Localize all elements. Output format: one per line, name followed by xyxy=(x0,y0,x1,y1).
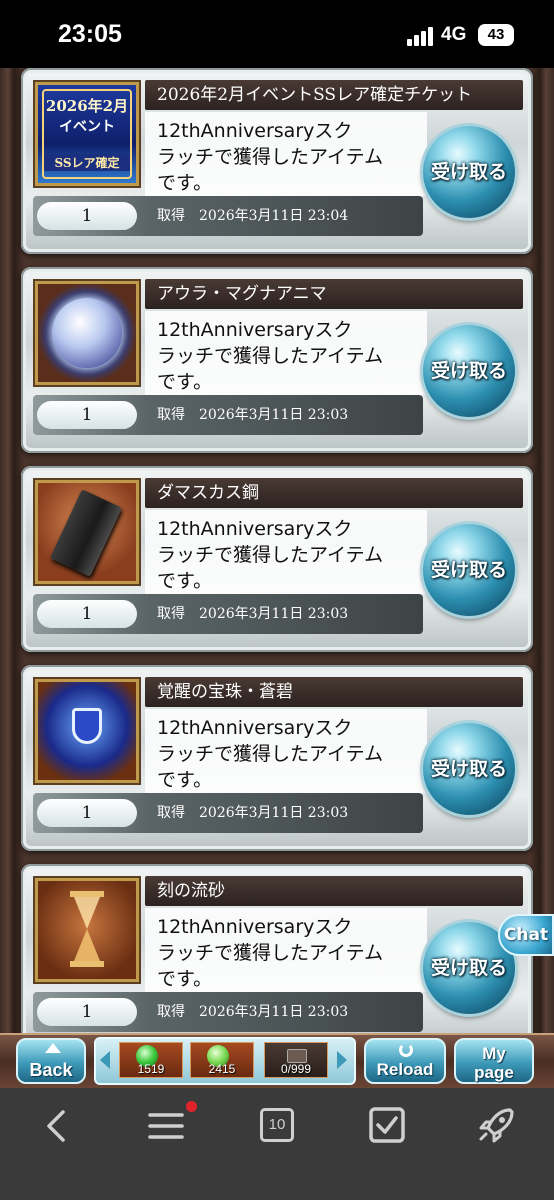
anima-icon xyxy=(52,298,122,368)
acquired-info: 取得 2026年3月11日 23:03 xyxy=(157,606,349,622)
item-quantity: 1 xyxy=(37,202,137,230)
item-description: 12thAnniversaryスク ラッチで獲得したアイテム です。 xyxy=(145,709,427,793)
item-name: 刻の流砂 xyxy=(145,876,523,906)
receive-button[interactable]: 受け取る xyxy=(423,325,515,417)
item-name: 覚醒の宝珠・蒼碧 xyxy=(145,677,523,707)
gift-item-card: 2026年2月 イベント SSレア確定 2026年2月イベントSSレア確定チケッ… xyxy=(21,68,533,254)
gift-item-card: 刻の流砂 12thAnniversaryスク ラッチで獲得したアイテム です。 … xyxy=(21,864,533,1033)
rocket-icon[interactable] xyxy=(472,1104,522,1148)
status-time: 23:05 xyxy=(58,20,122,48)
left-chevron-icon[interactable] xyxy=(100,1051,110,1069)
resource-leaves[interactable]: 2415 xyxy=(190,1042,254,1078)
right-chevron-icon[interactable] xyxy=(337,1051,347,1069)
battery-icon: 43 xyxy=(478,24,514,46)
card-icon xyxy=(287,1049,307,1063)
tabs-icon[interactable]: 10 xyxy=(252,1104,302,1148)
reload-button[interactable]: Reload xyxy=(364,1038,446,1084)
acquired-time: 2026年3月11日 23:03 xyxy=(199,1004,349,1020)
item-description: 12thAnniversaryスク ラッチで獲得したアイテム です。 xyxy=(145,908,427,992)
item-name: アウラ・マグナアニマ xyxy=(145,279,523,309)
acquired-time: 2026年3月11日 23:03 xyxy=(199,805,349,821)
checklist-icon[interactable] xyxy=(362,1104,412,1148)
back-button[interactable]: Back xyxy=(16,1038,86,1084)
acquired-info: 取得 2026年3月11日 23:03 xyxy=(157,1004,349,1020)
resource-orbs[interactable]: 1519 xyxy=(119,1042,183,1078)
back-icon[interactable] xyxy=(33,1104,83,1148)
item-description: 12thAnniversaryスク ラッチで獲得したアイテム です。 xyxy=(145,510,427,594)
reload-icon xyxy=(399,1043,413,1057)
notification-dot xyxy=(186,1101,197,1112)
item-quantity: 1 xyxy=(37,401,137,429)
gift-list[interactable]: 2026年2月 イベント SSレア確定 2026年2月イベントSSレア確定チケッ… xyxy=(0,68,554,1033)
acquired-time: 2026年3月11日 23:03 xyxy=(199,407,349,423)
acquired-info: 取得 2026年3月11日 23:04 xyxy=(157,208,349,224)
item-quantity: 1 xyxy=(37,998,137,1026)
menu-icon[interactable] xyxy=(142,1101,197,1148)
game-bottom-bar: Back 1519 2415 0/999 Reload My page xyxy=(0,1033,554,1088)
item-quantity: 1 xyxy=(37,600,137,628)
item-thumbnail xyxy=(35,480,139,584)
signal-icon xyxy=(407,26,435,46)
item-description: 12thAnniversaryスク ラッチで獲得したアイテム です。 xyxy=(145,311,427,395)
acquired-info: 取得 2026年3月11日 23:03 xyxy=(157,407,349,423)
item-thumbnail xyxy=(35,878,139,982)
acquired-time: 2026年3月11日 23:03 xyxy=(199,606,349,622)
acquired-info: 取得 2026年3月11日 23:03 xyxy=(157,805,349,821)
network-type: 4G xyxy=(441,24,467,45)
chat-button[interactable]: Chat xyxy=(498,914,554,956)
back-arrow-icon xyxy=(45,1043,61,1053)
gift-item-card: ダマスカス鋼 12thAnniversaryスク ラッチで獲得したアイテム です… xyxy=(21,466,533,652)
resource-cards[interactable]: 0/999 xyxy=(264,1042,328,1078)
hourglass-icon xyxy=(70,891,104,969)
item-name: 2026年2月イベントSSレア確定チケット xyxy=(145,80,523,110)
mypage-button[interactable]: My page xyxy=(454,1038,534,1084)
gift-item-card: 覚醒の宝珠・蒼碧 12thAnniversaryスク ラッチで獲得したアイテム … xyxy=(21,665,533,851)
receive-button[interactable]: 受け取る xyxy=(423,126,515,218)
item-quantity: 1 xyxy=(37,799,137,827)
tab-count: 10 xyxy=(260,1108,294,1142)
browser-nav-bar: 10 xyxy=(0,1088,554,1200)
gift-item-card: アウラ・マグナアニマ 12thAnniversaryスク ラッチで獲得したアイテ… xyxy=(21,267,533,453)
acquired-time: 2026年3月11日 23:04 xyxy=(199,208,349,224)
shield-icon xyxy=(72,708,102,744)
item-thumbnail: 2026年2月 イベント SSレア確定 xyxy=(35,82,139,186)
receive-button[interactable]: 受け取る xyxy=(423,723,515,815)
ticket-icon: 2026年2月 イベント SSレア確定 xyxy=(42,89,132,179)
ingot-icon xyxy=(50,489,122,577)
item-thumbnail xyxy=(35,679,139,783)
item-thumbnail xyxy=(35,281,139,385)
item-name: ダマスカス鋼 xyxy=(145,478,523,508)
item-description: 12thAnniversaryスク ラッチで獲得したアイテム です。 xyxy=(145,112,427,196)
status-bar: 23:05 4G 43 xyxy=(0,0,554,68)
receive-button[interactable]: 受け取る xyxy=(423,524,515,616)
